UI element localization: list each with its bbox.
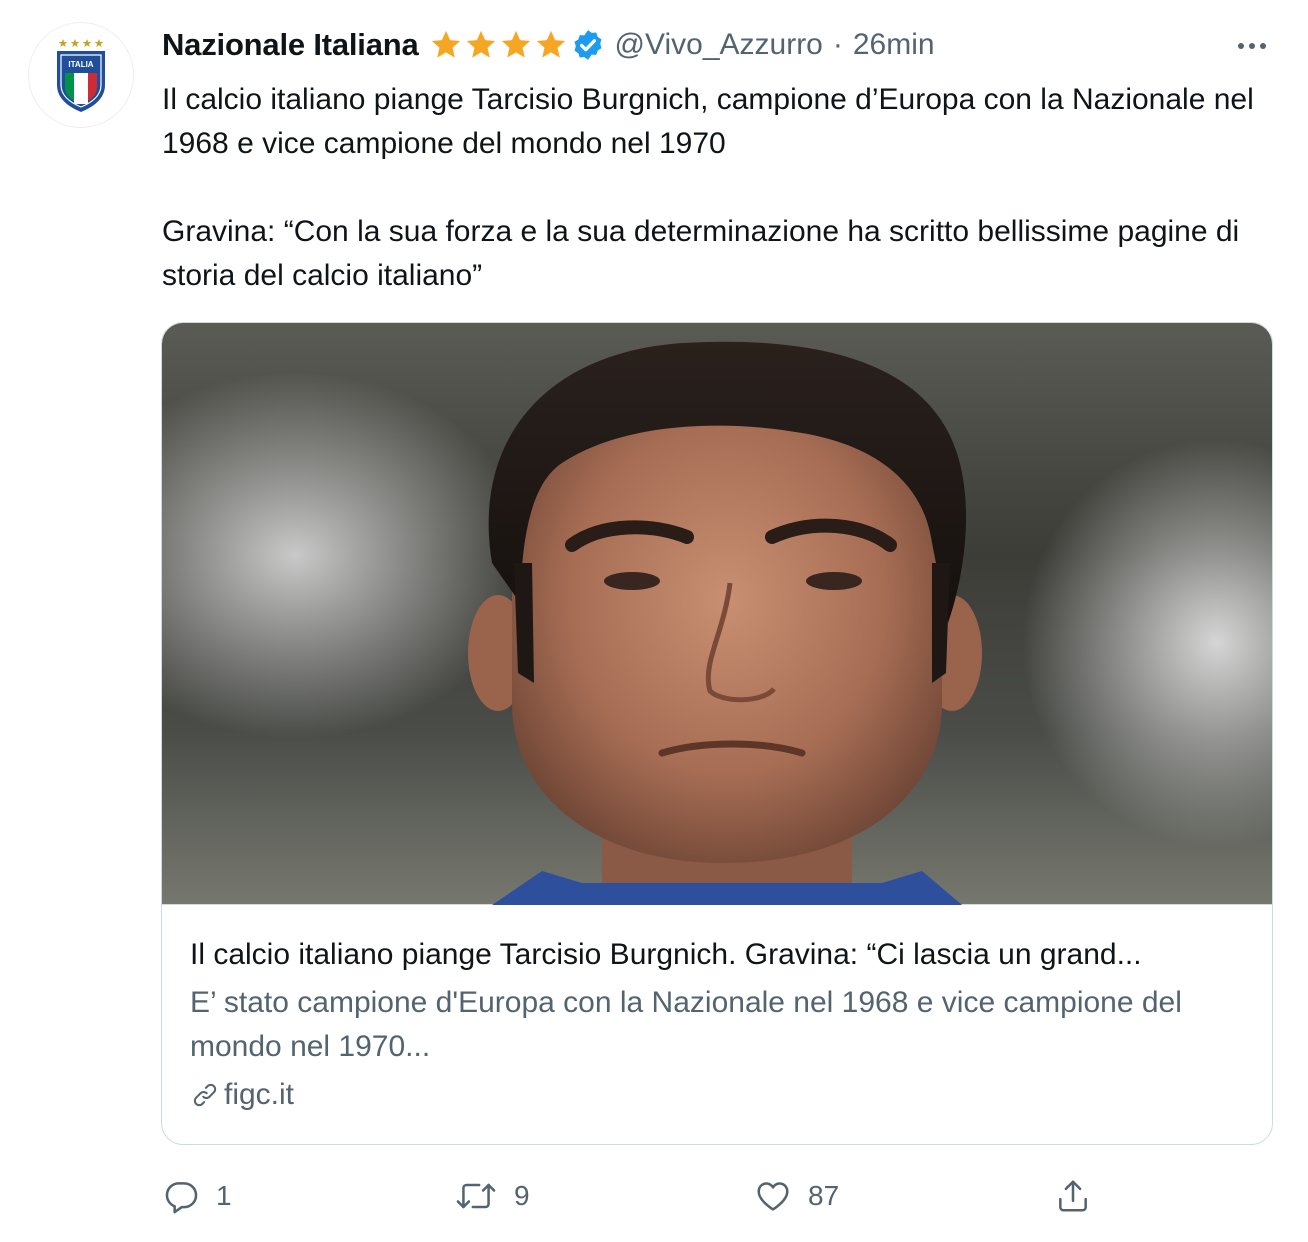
link-icon: [193, 1083, 217, 1107]
card-domain[interactable]: figc.it: [190, 1073, 1244, 1117]
retweet-button[interactable]: 9: [454, 1172, 530, 1220]
link-card[interactable]: Il calcio italiano piange Tarcisio Burgn…: [161, 322, 1273, 1145]
avatar[interactable]: ITALIA: [28, 22, 134, 128]
figc-italia-crest-icon: ITALIA: [57, 39, 105, 112]
card-title[interactable]: Il calcio italiano piange Tarcisio Burgn…: [190, 933, 1244, 977]
card-domain-text: figc.it: [224, 1078, 295, 1111]
display-name[interactable]: Nazionale Italiana: [162, 27, 419, 63]
tweet-text-paragraph: Il calcio italiano piange Tarcisio Burgn…: [162, 83, 1254, 160]
star-icon: [501, 30, 530, 58]
header-separator: ·: [832, 28, 843, 61]
reply-button[interactable]: 1: [162, 1172, 232, 1220]
tweet-text: Il calcio italiano piange Tarcisio Burgn…: [162, 78, 1272, 298]
share-icon: [1059, 1180, 1087, 1212]
star-badges: [429, 28, 569, 62]
card-description: E’ stato campione d'Europa con la Nazion…: [190, 986, 1182, 1063]
like-button[interactable]: 87: [754, 1172, 839, 1220]
tweet-text-paragraph: Gravina: “Con la sua forza e la sua dete…: [162, 215, 1240, 292]
tweet-actions: 1 9 87: [162, 1172, 1272, 1220]
avatar-crest-text: ITALIA: [68, 60, 93, 69]
star-icon: [466, 30, 495, 58]
reply-icon: [165, 1182, 198, 1214]
like-count: 87: [808, 1180, 840, 1211]
retweet-icon: [456, 1183, 496, 1209]
star-icon: [431, 30, 460, 58]
card-image[interactable]: [162, 323, 1272, 905]
star-icon: [536, 30, 565, 58]
reply-count: 1: [216, 1180, 232, 1211]
tweet-timestamp[interactable]: 26min: [853, 28, 935, 62]
more-options-button[interactable]: [1232, 26, 1272, 66]
retweet-count: 9: [514, 1180, 530, 1211]
more-horizontal-icon: [1238, 43, 1244, 49]
tweet-header: Nazionale Italiana @Vivo_Azzurro · 26min: [162, 22, 1278, 68]
verified-badge-icon: [574, 30, 602, 60]
author-handle[interactable]: @Vivo_Azzurro: [615, 28, 823, 62]
heart-icon: [757, 1182, 789, 1211]
tweet[interactable]: ITALIA Nazionale Italiana @Vivo_Azzurro …: [0, 0, 1308, 1242]
player-portrait-photo: [468, 341, 982, 905]
share-button[interactable]: [1054, 1172, 1092, 1220]
card-body: Il calcio italiano piange Tarcisio Burgn…: [190, 933, 1244, 1117]
